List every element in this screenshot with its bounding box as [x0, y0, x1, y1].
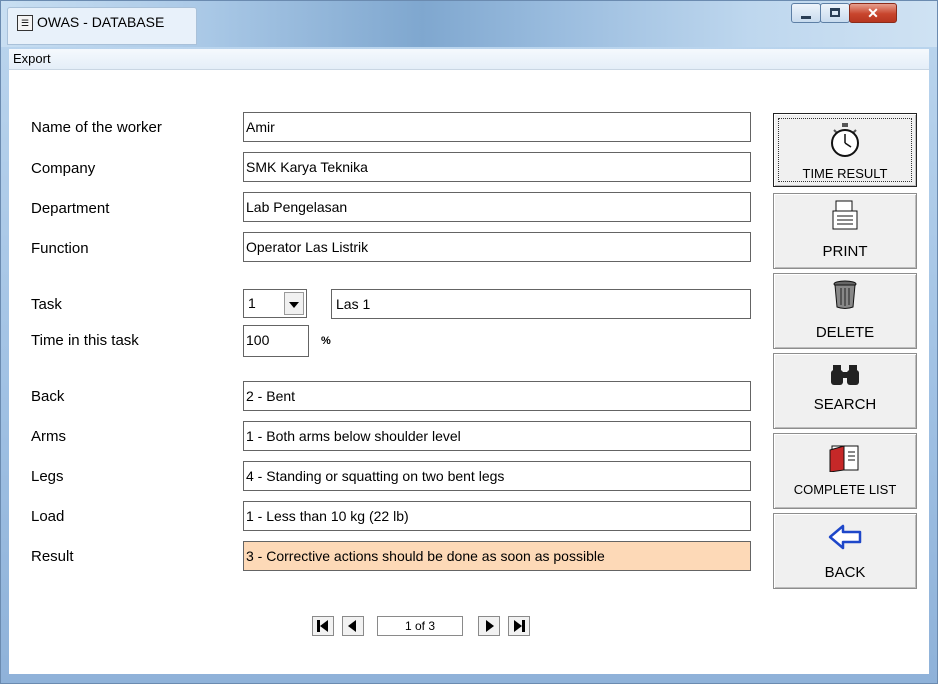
close-icon: ✕ [867, 5, 879, 21]
complete-list-label: COMPLETE LIST [793, 482, 897, 497]
binoculars-icon [831, 365, 859, 385]
form-icon[interactable]: ☰ [17, 15, 33, 31]
last-record-button[interactable] [508, 616, 530, 636]
result-label: Result [31, 548, 74, 565]
minimize-icon [801, 16, 811, 19]
company-field[interactable]: SMK Karya Teknika [243, 152, 751, 182]
print-button[interactable]: PRINT [773, 193, 917, 269]
trash-bin-icon [833, 280, 857, 309]
maximize-icon [830, 8, 840, 17]
load-label: Load [31, 508, 65, 525]
search-label: SEARCH [813, 396, 877, 413]
close-button[interactable]: ✕ [849, 3, 897, 23]
company-label: Company [31, 160, 96, 177]
print-label: PRINT [822, 243, 868, 260]
time-in-task-label: Time in this task [31, 332, 139, 349]
next-icon [486, 620, 494, 632]
form-area: Name of the worker Amir Company SMK Kary… [9, 70, 929, 674]
task-name-field[interactable]: Las 1 [331, 289, 751, 319]
minimize-button[interactable] [791, 3, 821, 23]
task-number-select[interactable]: 1 [243, 289, 307, 318]
time-in-task-field[interactable]: 100 [243, 325, 309, 357]
back-field[interactable]: 2 - Bent [243, 381, 751, 411]
arms-field[interactable]: 1 - Both arms below shoulder level [243, 421, 751, 451]
first-record-icon [317, 620, 328, 632]
arms-label: Arms [31, 428, 66, 445]
previous-record-button[interactable] [342, 616, 364, 636]
printer-icon [832, 200, 858, 230]
back-button[interactable]: BACK [773, 513, 917, 589]
maximize-button[interactable] [820, 3, 850, 23]
stopwatch-icon [831, 123, 859, 157]
task-label: Task [31, 296, 62, 313]
function-label: Function [31, 240, 89, 257]
time-result-label: TIME RESULT [802, 166, 888, 181]
arrow-left-icon [828, 524, 862, 550]
record-counter[interactable]: 1 of 3 [377, 616, 463, 636]
window-title: OWAS - DATABASE [37, 14, 165, 30]
complete-list-button[interactable]: COMPLETE LIST [773, 433, 917, 509]
back-label: BACK [824, 564, 866, 581]
previous-icon [348, 620, 356, 632]
department-label: Department [31, 200, 110, 217]
first-record-button[interactable] [312, 616, 334, 636]
menu-bar: Export [9, 49, 929, 70]
delete-label: DELETE [815, 324, 875, 341]
menu-export[interactable]: Export [13, 51, 51, 66]
last-record-icon [514, 620, 525, 632]
task-number-value: 1 [248, 295, 256, 311]
next-record-button[interactable] [478, 616, 500, 636]
legs-label: Legs [31, 468, 64, 485]
book-icon [829, 445, 859, 472]
load-field[interactable]: 1 - Less than 10 kg (22 lb) [243, 501, 751, 531]
worker-name-label: Name of the worker [31, 119, 162, 136]
chevron-down-icon[interactable] [284, 292, 304, 315]
delete-button[interactable]: DELETE [773, 273, 917, 349]
back-label: Back [31, 388, 65, 405]
department-field[interactable]: Lab Pengelasan [243, 192, 751, 222]
percent-unit: % [321, 335, 331, 347]
owas-window: ☰ OWAS - DATABASE ✕ Export Name of the w… [0, 0, 938, 684]
title-bar[interactable]: ☰ OWAS - DATABASE ✕ [1, 1, 937, 47]
legs-field[interactable]: 4 - Standing or squatting on two bent le… [243, 461, 751, 491]
worker-name-field[interactable]: Amir [243, 112, 751, 142]
function-field[interactable]: Operator Las Listrik [243, 232, 751, 262]
time-result-button[interactable]: TIME RESULT [773, 113, 917, 187]
search-button[interactable]: SEARCH [773, 353, 917, 429]
result-field: 3 - Corrective actions should be done as… [243, 541, 751, 571]
